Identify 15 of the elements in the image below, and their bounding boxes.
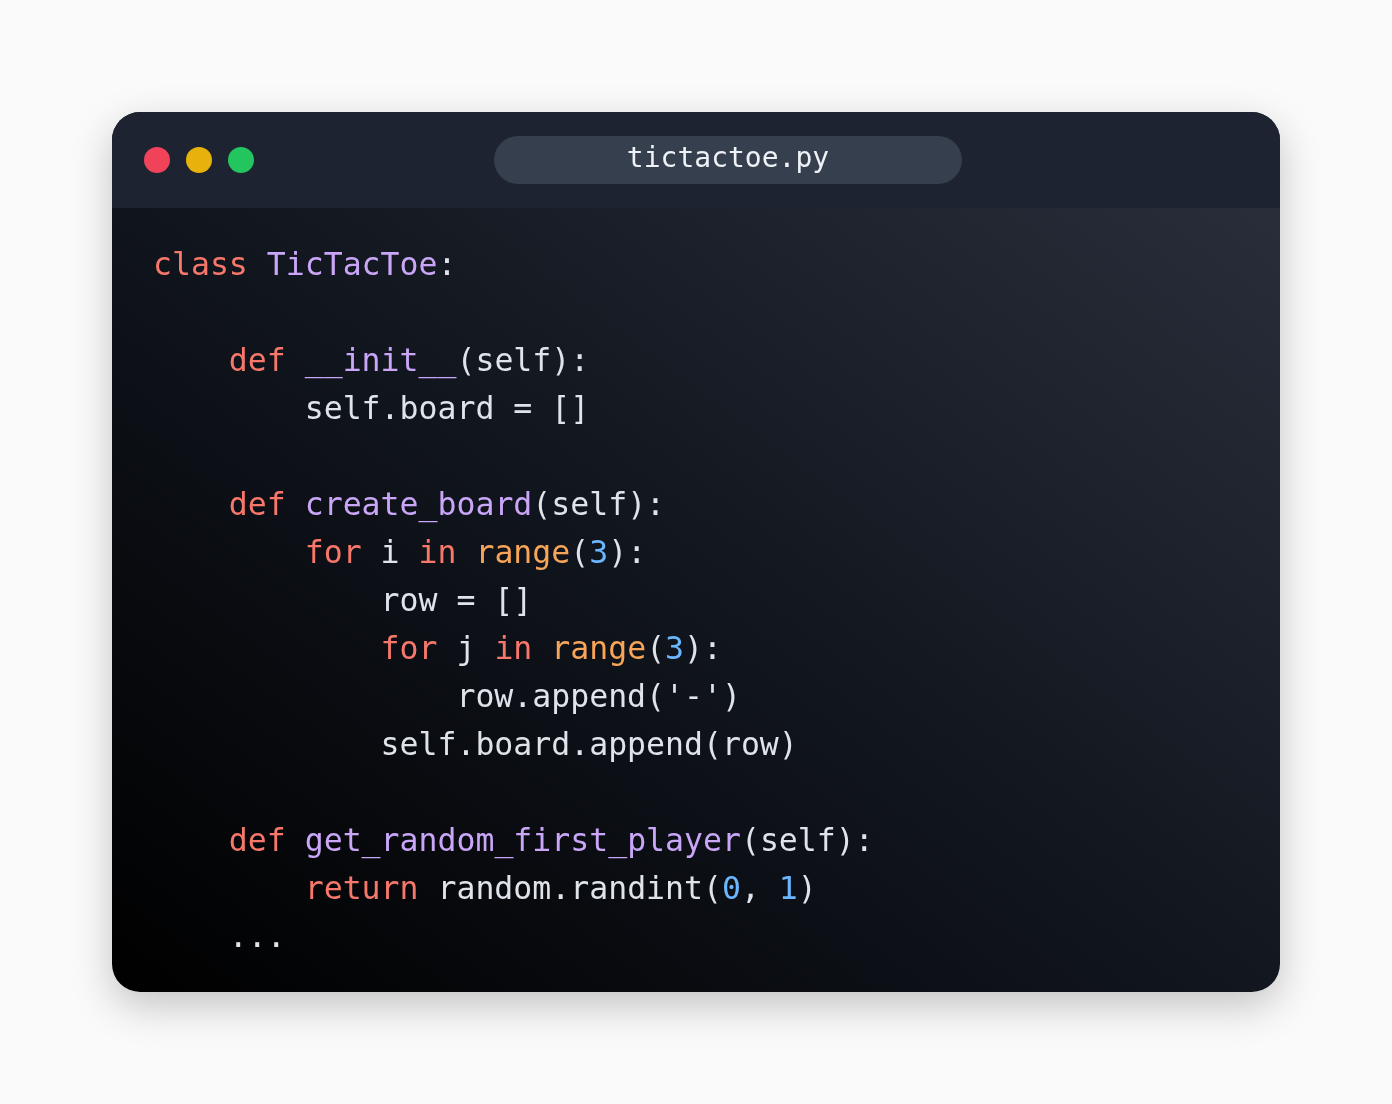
- code-line: row.append('-'): [455, 677, 741, 716]
- code-line: def get_random_first_player(self):: [227, 821, 874, 861]
- code-line: ...: [227, 917, 286, 956]
- code-line: return random.randint(0, 1): [303, 869, 817, 908]
- minimize-dot[interactable]: [186, 147, 212, 173]
- code-line: def create_board(self):: [227, 485, 666, 525]
- close-dot[interactable]: [144, 147, 170, 173]
- code-line: self.board = []: [303, 389, 590, 428]
- code-line: class TicTacToe:: [153, 245, 457, 284]
- code-line: def __init__(self):: [227, 341, 590, 381]
- maximize-dot[interactable]: [228, 147, 254, 173]
- code-line: for i in range(3):: [303, 533, 647, 572]
- code-line: self.board.append(row): [379, 725, 798, 764]
- code-line: for j in range(3):: [379, 629, 722, 668]
- code-line: row = []: [379, 581, 533, 620]
